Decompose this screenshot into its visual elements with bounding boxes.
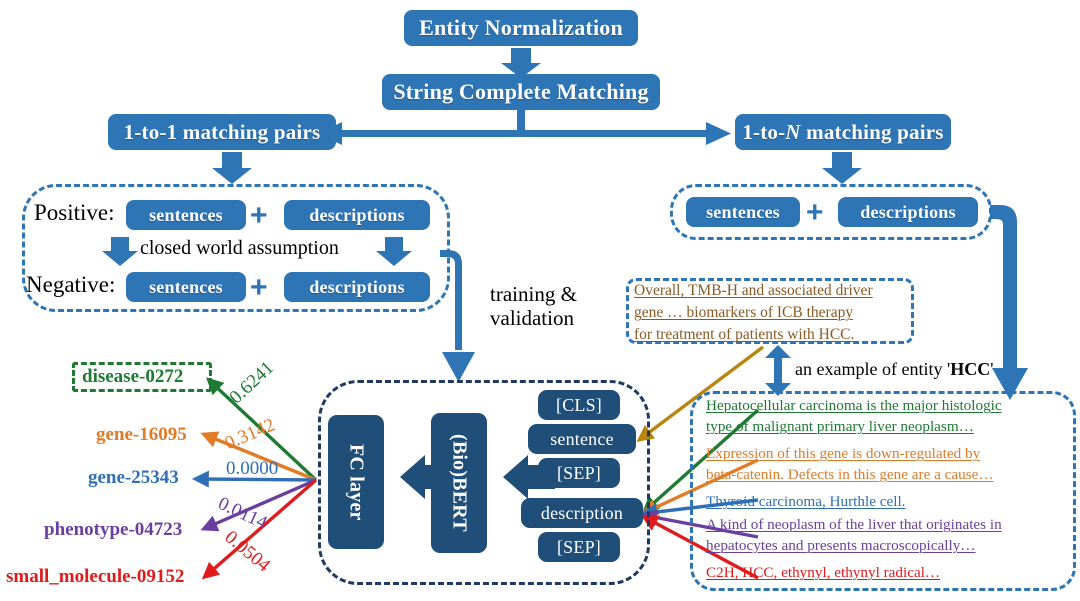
box-token-sep-1-label: [SEP] [556, 462, 601, 483]
prediction-score-small-molecule: 0.0504 [220, 526, 275, 577]
box-token-sep-2[interactable]: [SEP] [538, 532, 620, 562]
label-positive: Positive: [34, 200, 115, 225]
prediction-entity-gene-16095[interactable]: gene-16095 [96, 424, 187, 446]
label-closed-world-assumption: closed world assumption [140, 237, 339, 259]
example-prefix: an example of entity ' [795, 359, 951, 379]
example-sentence-line: for treatment of patients with HCC. [634, 326, 855, 343]
arrow-1toN-down [822, 152, 862, 184]
box-token-description-label: description [540, 502, 624, 523]
box-positive-sentences-label: sentences [149, 204, 223, 225]
label-training-validation: training & validation [490, 282, 577, 331]
candidate-description-red: C2H, HCC, ethynyl, ethynyl radical… [706, 563, 940, 584]
box-negative-sentences[interactable]: sentences [126, 272, 246, 302]
candidate-description-orange: Expression of this gene is down-regulate… [706, 444, 994, 486]
prediction-entity-small-molecule[interactable]: small_molecule-09152 [6, 566, 184, 588]
candidate-line: Thyroid carcinoma, Hurthle cell. [706, 493, 906, 510]
box-one-to-n-label: 1-to-N matching pairs [742, 121, 943, 143]
box-string-complete-matching-label: String Complete Matching [393, 79, 649, 105]
box-token-sentence[interactable]: sentence [528, 424, 636, 454]
candidate-line: beta-catenin. Defects in this gene are a… [706, 465, 994, 483]
arrow-1to1-down [212, 152, 252, 184]
label-example-of-entity: an example of entity 'HCC' [795, 359, 993, 380]
box-one-to-one-matching-pairs[interactable]: 1-to-1 matching pairs [108, 114, 336, 150]
box-token-cls[interactable]: [CLS] [538, 390, 620, 420]
example-sentence-text: Overall, TMB-H and associated driver gen… [634, 280, 908, 346]
diagram-canvas: Entity Normalization String Complete Mat… [0, 0, 1080, 601]
prediction-score-disease: 0.6241 [225, 357, 279, 409]
box-string-complete-matching[interactable]: String Complete Matching [382, 74, 660, 110]
box-negative-descriptions[interactable]: descriptions [284, 272, 430, 302]
box-token-sep-1[interactable]: [SEP] [538, 458, 620, 488]
box-positive-sentences[interactable]: sentences [126, 200, 246, 230]
candidate-line: A kind of neoplasm of the liver that ori… [706, 516, 1002, 533]
box-positive-descriptions[interactable]: descriptions [284, 200, 430, 230]
candidate-description-green: Hepatocellular carcinoma is the major hi… [706, 396, 1002, 438]
box-right-sentences-label: sentences [706, 201, 780, 222]
candidate-line: type of malignant primary liver neoplasm… [706, 417, 974, 435]
arrow-example-double [765, 345, 791, 396]
plus-icon-negative: + [250, 271, 268, 304]
candidate-line: Hepatocellular carcinoma is the major hi… [706, 397, 1002, 414]
box-one-to-one-label: 1-to-1 matching pairs [123, 119, 321, 144]
box-token-sep-2-label: [SEP] [556, 536, 601, 557]
box-token-cls-label: [CLS] [556, 394, 602, 415]
candidate-line: C2H, HCC, ethynyl, ethynyl radical… [706, 564, 941, 581]
candidate-description-purple: A kind of neoplasm of the liver that ori… [706, 515, 1002, 557]
one-to-n-italic: N [785, 119, 801, 144]
box-fc-layer[interactable]: FC layer [328, 415, 384, 549]
plus-icon-positive: + [250, 199, 268, 232]
box-positive-descriptions-label: descriptions [309, 204, 405, 225]
box-one-to-n-matching-pairs[interactable]: 1-to-N matching pairs [735, 114, 951, 150]
box-token-description[interactable]: description [521, 498, 643, 528]
box-biobert-label: (Bio)BERT [448, 434, 471, 532]
example-entity: HCC [950, 359, 991, 379]
prediction-score-gene-25343: 0.0000 [226, 458, 279, 479]
box-token-sentence-label: sentence [550, 428, 614, 449]
prediction-entity-gene-25343[interactable]: gene-25343 [88, 467, 179, 489]
example-sentence-line: Overall, TMB-H and associated driver [634, 282, 873, 299]
example-sentence-line: gene … biomarkers of ICB therapy [634, 304, 854, 321]
one-to-n-prefix: 1-to- [742, 119, 786, 144]
connector-split-left-right [318, 108, 731, 145]
box-right-descriptions[interactable]: descriptions [838, 197, 978, 227]
candidate-line: hepatocytes and presents macroscopically… [706, 536, 976, 554]
prediction-score-gene-16095: 0.3142 [221, 414, 279, 455]
candidate-line: Expression of this gene is down-regulate… [706, 445, 981, 462]
prediction-entity-disease[interactable]: disease-0272 [82, 366, 183, 388]
box-entity-normalization[interactable]: Entity Normalization [404, 10, 638, 46]
box-right-sentences[interactable]: sentences [686, 197, 800, 227]
box-right-descriptions-label: descriptions [860, 201, 956, 222]
plus-icon-right: + [806, 196, 824, 229]
prediction-score-phenotype: 0.0114 [214, 493, 271, 534]
example-suffix: ' [990, 359, 994, 379]
prediction-entity-phenotype[interactable]: phenotype-04723 [44, 519, 182, 541]
box-biobert[interactable]: (Bio)BERT [431, 413, 487, 553]
box-negative-descriptions-label: descriptions [309, 276, 405, 297]
box-negative-sentences-label: sentences [149, 276, 223, 297]
arrow-descriptions-to-candidates [990, 205, 1028, 400]
one-to-n-suffix: matching pairs [800, 119, 944, 144]
box-entity-normalization-label: Entity Normalization [419, 15, 623, 41]
candidate-description-blue: Thyroid carcinoma, Hurthle cell. [706, 492, 905, 513]
label-negative: Negative: [26, 272, 116, 297]
box-fc-layer-label: FC layer [345, 443, 368, 521]
